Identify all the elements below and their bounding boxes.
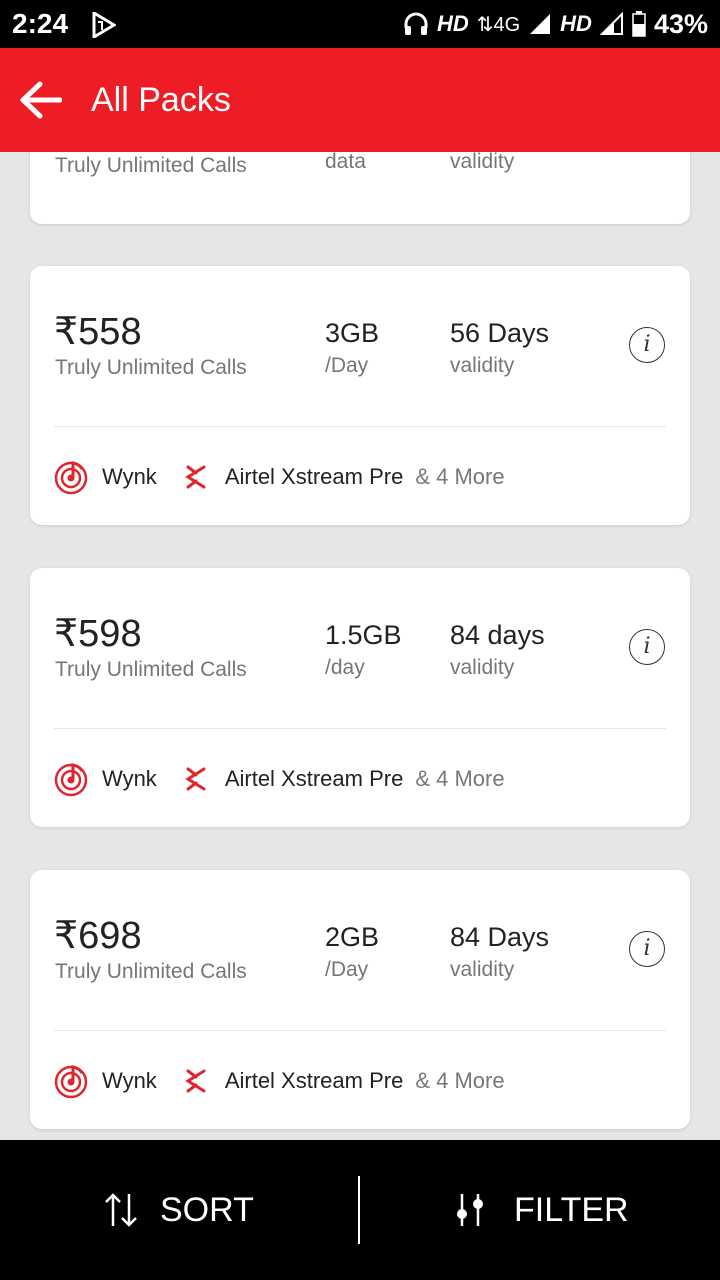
validity-sub-label: validity [450,656,515,679]
data-amount: 3GB [325,318,380,348]
status-time: 2:24 [12,8,69,39]
more-benefits-link[interactable]: & 4 More [415,766,504,792]
play-store-notification-icon [92,12,116,38]
pack-price: ₹698 [54,915,142,957]
calls-label: Truly Unlimited Calls [55,960,247,983]
validity-sub-label: validity [450,958,515,981]
network-label: 4G [493,13,521,36]
status-bar: 2:24 HD ⇅4G HD 43% [0,0,720,48]
hd-label: HD [436,11,469,36]
calls-label: Truly Unlimited Calls [55,356,247,379]
app-bar: All Packs [0,48,720,152]
validity-sub-label: validity [450,354,515,377]
pack-card-partial[interactable]: Truly Unlimited Calls data validity i [30,152,690,224]
benefit-xstream: Airtel Xstream Pre [224,1068,404,1093]
wynk-music-icon [54,461,88,495]
benefits-row[interactable]: Wynk Airtel Xstream Pre & 4 More [54,1064,505,1099]
packs-list[interactable]: Truly Unlimited Calls data validity i ₹5… [0,152,720,1140]
info-icon[interactable]: i [629,327,665,363]
data-sub-label: data [325,152,366,173]
data-sub-label: /day [325,656,365,679]
filter-sliders-icon [457,1194,483,1226]
pack-price: ₹598 [54,613,142,655]
filter-label: FILTER [514,1190,629,1229]
data-sub-label: /Day [325,354,369,377]
more-benefits-link[interactable]: & 4 More [415,1068,504,1094]
benefit-wynk: Wynk [102,464,157,489]
filter-button[interactable]: FILTER [454,1140,629,1280]
battery-icon [632,11,646,37]
divider [54,1030,666,1031]
benefit-xstream: Airtel Xstream Pre [224,464,404,489]
benefit-wynk: Wynk [102,1068,157,1093]
back-arrow-icon[interactable] [18,80,62,120]
xstream-icon [184,1069,206,1093]
signal-icon [530,14,551,34]
calls-label: Truly Unlimited Calls [55,154,247,177]
pack-card[interactable]: ₹698 Truly Unlimited Calls 2GB /Day 84 D… [30,870,690,1129]
sort-button[interactable]: SORT [104,1140,254,1280]
network-type: ⇅4G [476,13,521,36]
benefits-row[interactable]: Wynk Airtel Xstream Pre & 4 More [54,460,505,495]
calls-label: Truly Unlimited Calls [55,658,247,681]
validity-days: 56 Days [450,318,550,348]
divider [358,1176,360,1244]
wynk-music-icon [54,1065,88,1099]
benefits-row[interactable]: Wynk Airtel Xstream Pre & 4 More [54,762,505,797]
validity-days: 84 days [450,620,545,650]
divider [54,426,666,427]
benefit-xstream: Airtel Xstream Pre [224,766,404,791]
headphones-icon [404,12,428,35]
bottom-action-bar: SORT FILTER [0,1140,720,1280]
more-benefits-link[interactable]: & 4 More [415,464,504,490]
info-icon[interactable]: i [629,629,665,665]
validity-days: 84 Days [450,922,550,952]
xstream-icon [184,767,206,791]
xstream-icon [184,465,206,489]
data-amount: 2GB [325,922,380,952]
data-sub-label: /Day [325,958,369,981]
sort-label: SORT [160,1190,254,1229]
validity-sub-label: validity [450,152,515,173]
divider [54,728,666,729]
wynk-music-icon [54,763,88,797]
battery-percent: 43% [653,8,708,39]
info-icon[interactable]: i [629,931,665,967]
page-title: All Packs [91,81,231,119]
signal-icon-2 [599,12,623,35]
hd-label-2: HD [560,11,592,36]
pack-card[interactable]: ₹558 Truly Unlimited Calls 3GB /Day 56 D… [30,266,690,525]
sort-icon [105,1193,137,1227]
data-amount: 1.5GB [325,620,402,650]
benefit-wynk: Wynk [102,766,157,791]
pack-price: ₹558 [54,311,142,353]
pack-card[interactable]: ₹598 Truly Unlimited Calls 1.5GB /day 84… [30,568,690,827]
